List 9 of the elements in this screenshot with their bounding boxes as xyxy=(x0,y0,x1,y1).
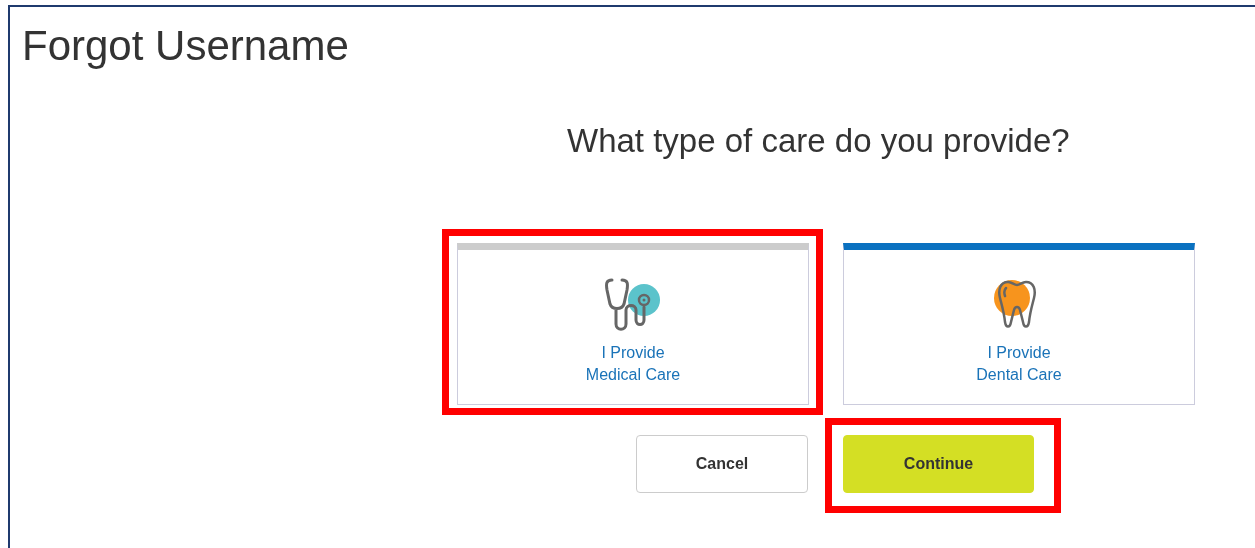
option-label: I Provide Medical Care xyxy=(585,343,681,385)
option-label: I Provide Dental Care xyxy=(976,343,1062,385)
care-option-card[interactable]: I Provide Medical Care xyxy=(457,243,809,405)
question-heading: What type of care do you provide? xyxy=(567,121,1071,161)
page-title: Forgot Username xyxy=(22,21,350,71)
cancel-button[interactable]: Cancel xyxy=(636,435,808,493)
stethoscope-icon xyxy=(604,276,662,332)
care-option-card[interactable]: I Provide Dental Care xyxy=(843,243,1195,405)
continue-button[interactable]: Continue xyxy=(843,435,1034,493)
